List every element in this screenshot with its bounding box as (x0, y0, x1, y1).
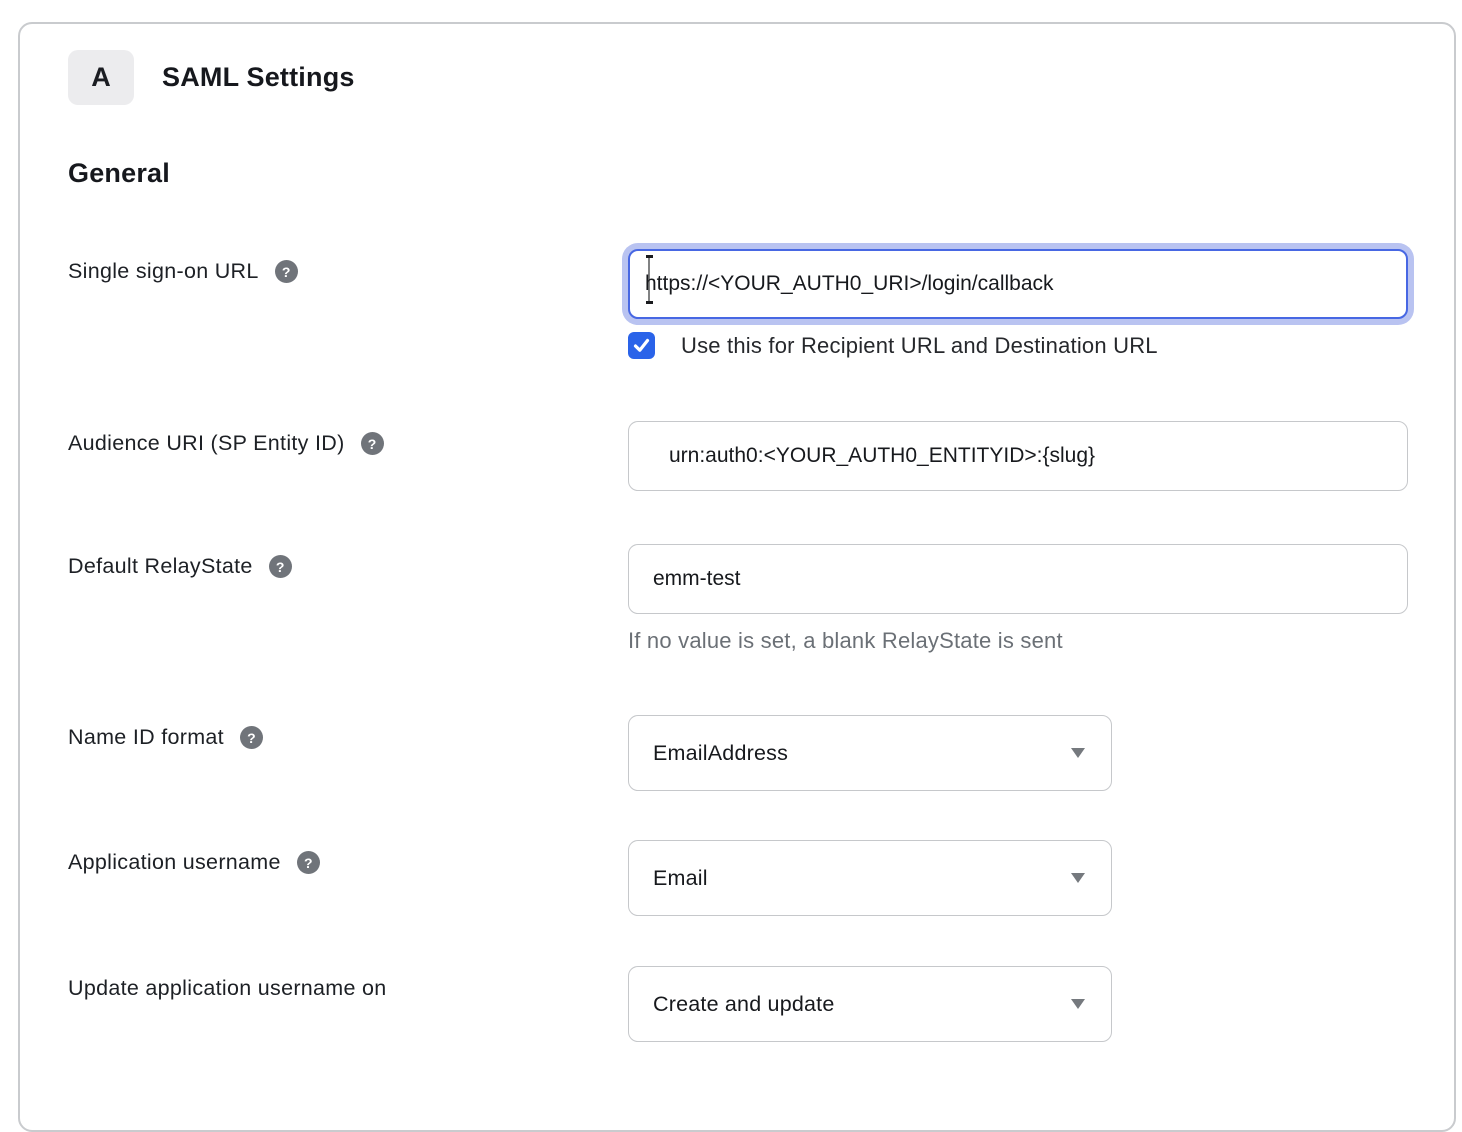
single-sign-on-url-help-icon[interactable]: ? (275, 260, 298, 283)
chevron-down-icon (1071, 873, 1085, 883)
label-col: Name ID format ? (68, 715, 628, 751)
control-col: EmailAddress (628, 715, 1112, 791)
recipient-destination-checkbox-row: Use this for Recipient URL and Destinati… (628, 332, 1408, 359)
name-id-format-select[interactable]: EmailAddress (628, 715, 1112, 791)
name-id-format-label: Name ID format (68, 725, 224, 751)
single-sign-on-url-input[interactable] (628, 249, 1408, 319)
panel-header: A SAML Settings (68, 50, 1406, 105)
application-username-selected-value: Email (653, 866, 708, 891)
recipient-destination-checkbox[interactable] (628, 332, 655, 359)
label-col: Application username ? (68, 840, 628, 876)
form-row-application-username: Application username ? Email (68, 840, 1406, 916)
form-row-name-id-format: Name ID format ? EmailAddress (68, 715, 1406, 791)
single-sign-on-url-input-wrap (628, 249, 1408, 319)
default-relaystate-helper-text: If no value is set, a blank RelayState i… (628, 628, 1408, 654)
update-application-username-on-selected-value: Create and update (653, 992, 835, 1017)
saml-settings-panel: A SAML Settings General Single sign-on U… (18, 22, 1456, 1132)
label-col: Audience URI (SP Entity ID) ? (68, 421, 628, 457)
audience-uri-help-icon[interactable]: ? (361, 432, 384, 455)
form-row-update-application-username-on: Update application username on Create an… (68, 966, 1406, 1042)
panel-title: SAML Settings (162, 62, 355, 93)
default-relaystate-help-icon[interactable]: ? (269, 555, 292, 578)
saml-settings-form: Single sign-on URL ? (68, 249, 1406, 1042)
audience-uri-input[interactable] (628, 421, 1408, 491)
name-id-format-selected-value: EmailAddress (653, 741, 788, 766)
audience-uri-label: Audience URI (SP Entity ID) (68, 431, 345, 457)
control-col: If no value is set, a blank RelayState i… (628, 544, 1408, 654)
application-username-label: Application username (68, 850, 281, 876)
update-application-username-on-label: Update application username on (68, 976, 387, 1002)
section-badge: A (68, 50, 134, 105)
application-username-select[interactable]: Email (628, 840, 1112, 916)
form-row-single-sign-on-url: Single sign-on URL ? (68, 249, 1406, 359)
application-username-help-icon[interactable]: ? (297, 851, 320, 874)
label-col: Update application username on (68, 966, 628, 1002)
checkmark-icon (633, 337, 650, 354)
form-row-audience-uri: Audience URI (SP Entity ID) ? (68, 421, 1406, 491)
label-col: Single sign-on URL ? (68, 249, 628, 285)
chevron-down-icon (1071, 748, 1085, 758)
chevron-down-icon (1071, 999, 1085, 1009)
control-col (628, 421, 1408, 491)
section-heading-general: General (68, 158, 1406, 189)
control-col: Create and update (628, 966, 1112, 1042)
name-id-format-help-icon[interactable]: ? (240, 726, 263, 749)
update-application-username-on-select[interactable]: Create and update (628, 966, 1112, 1042)
control-col: Email (628, 840, 1112, 916)
control-col: Use this for Recipient URL and Destinati… (628, 249, 1408, 359)
single-sign-on-url-label: Single sign-on URL (68, 259, 259, 285)
label-col: Default RelayState ? (68, 544, 628, 580)
recipient-destination-checkbox-label: Use this for Recipient URL and Destinati… (681, 333, 1158, 359)
default-relaystate-label: Default RelayState (68, 554, 253, 580)
default-relaystate-input[interactable] (628, 544, 1408, 614)
form-row-default-relaystate: Default RelayState ? If no value is set,… (68, 544, 1406, 654)
